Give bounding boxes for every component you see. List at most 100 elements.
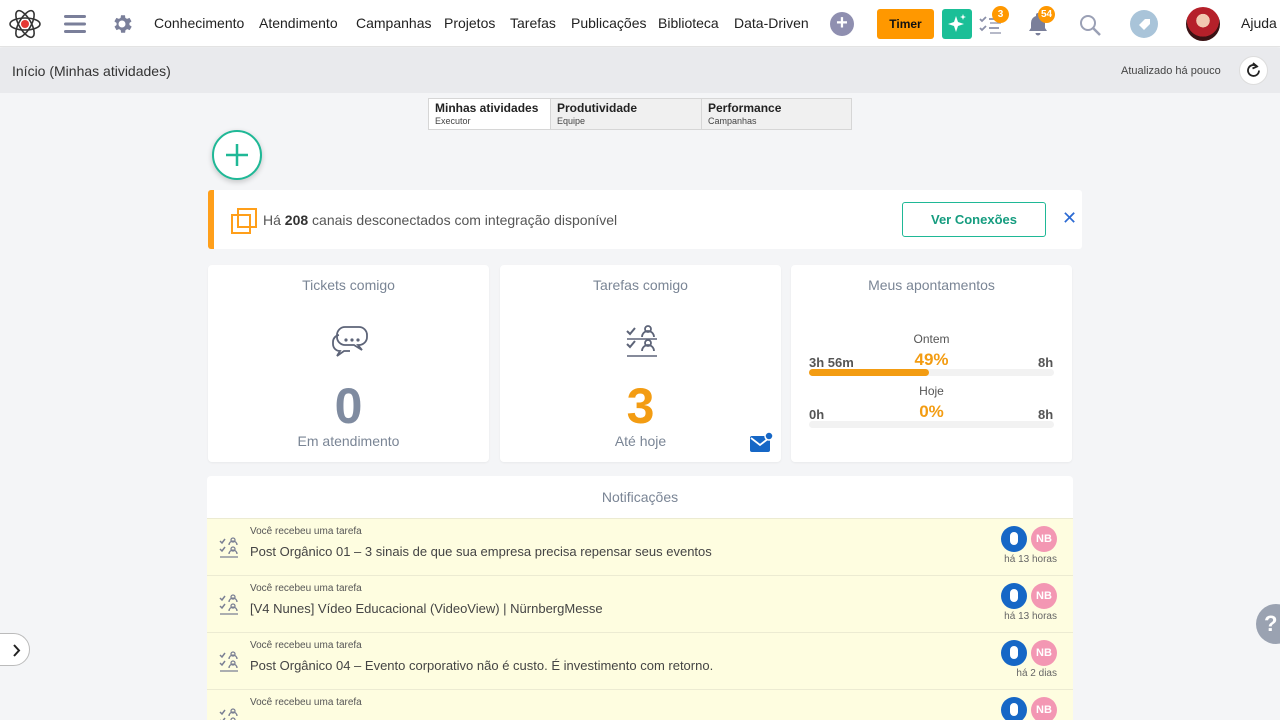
nav-projetos[interactable]: Projetos bbox=[444, 15, 495, 31]
hoje-target: 8h bbox=[1038, 407, 1054, 422]
nav-tarefas[interactable]: Tarefas bbox=[510, 15, 556, 31]
gear-icon[interactable] bbox=[110, 12, 134, 36]
page-subheader: Início (Minhas atividades) Atualizado há… bbox=[0, 48, 1280, 93]
sidebar-expand-button[interactable] bbox=[0, 633, 30, 666]
notification-kind: Você recebeu uma tarefa bbox=[250, 697, 362, 708]
ontem-label: Ontem bbox=[913, 332, 950, 346]
hoje-hours: 0h bbox=[809, 407, 825, 422]
tasks-count: 3 bbox=[626, 378, 655, 434]
tab-minhas-atividades[interactable]: Minhas atividades Executor bbox=[429, 99, 551, 129]
tickets-count: 0 bbox=[334, 378, 363, 434]
refresh-button[interactable] bbox=[1239, 56, 1268, 85]
tab-produtividade[interactable]: Produtividade Equipe bbox=[551, 99, 702, 129]
tasks-card[interactable]: Tarefas comigo 3 Até hoje bbox=[500, 265, 781, 462]
hoje-progress-bar bbox=[809, 421, 1054, 428]
notification-kind: Você recebeu uma tarefa bbox=[250, 526, 362, 537]
ontem-target: 8h bbox=[1038, 355, 1054, 370]
tag-button[interactable] bbox=[1130, 10, 1158, 38]
mail-notification-icon[interactable] bbox=[749, 431, 773, 455]
task-assigned-icon bbox=[219, 708, 238, 720]
author-avatar[interactable]: NB bbox=[1031, 583, 1057, 609]
atom-logo-icon[interactable] bbox=[8, 7, 42, 41]
ai-sparkle-button[interactable] bbox=[942, 9, 972, 39]
ontem-progress-fill bbox=[809, 369, 930, 376]
tab-title: Performance bbox=[708, 101, 782, 115]
help-link[interactable]: Ajuda bbox=[1241, 15, 1277, 31]
add-activity-button[interactable] bbox=[212, 130, 262, 180]
disconnected-channels-alert: Há 208 canais desconectados com integraç… bbox=[208, 190, 1082, 249]
notifications-badge: 54 bbox=[1038, 6, 1056, 23]
author-avatar[interactable]: NB bbox=[1031, 697, 1057, 720]
notification-time: há 2 dias bbox=[1016, 668, 1057, 679]
card-subtitle: Em atendimento bbox=[297, 433, 400, 449]
help-fab-button[interactable]: ? bbox=[1256, 604, 1280, 644]
chevron-right-icon bbox=[13, 644, 21, 657]
top-navbar: Conhecimento Atendimento Campanhas Proje… bbox=[0, 0, 1280, 47]
card-title: Meus apontamentos bbox=[868, 277, 995, 293]
nav-publicacoes[interactable]: Publicações bbox=[571, 15, 647, 31]
notification-row[interactable]: Você recebeu uma tarefa Post Orgânico 04 … bbox=[207, 632, 1073, 689]
notification-row[interactable]: Você recebeu uma tarefa Post Orgânico 01 … bbox=[207, 518, 1073, 575]
hoje-label: Hoje bbox=[919, 384, 944, 398]
close-icon[interactable]: ✕ bbox=[1062, 208, 1078, 228]
menu-icon[interactable] bbox=[64, 14, 86, 34]
notifications-panel: Notificações Você recebeu uma tarefa Post… bbox=[207, 476, 1073, 720]
tab-title: Produtividade bbox=[557, 101, 638, 115]
sparkle-icon bbox=[948, 14, 966, 32]
updated-status: Atualizado há pouco bbox=[1121, 65, 1221, 77]
breadcrumb: Início (Minhas atividades) bbox=[12, 63, 171, 79]
card-subtitle: Até hoje bbox=[614, 433, 667, 449]
notification-row[interactable]: Você recebeu uma tarefa [V4 Nunes] Vídeo … bbox=[207, 575, 1073, 632]
ver-conexoes-button[interactable]: Ver Conexões bbox=[902, 202, 1046, 237]
notification-row[interactable]: Você recebeu uma tarefa NB bbox=[207, 689, 1073, 720]
notification-text[interactable]: Post Orgânico 01 – 3 sinais de que sua e… bbox=[250, 544, 712, 559]
channels-icon bbox=[231, 208, 257, 234]
tab-performance[interactable]: Performance Campanhas bbox=[702, 99, 851, 129]
task-assigned-icon bbox=[219, 537, 238, 558]
plus-icon bbox=[226, 144, 248, 166]
task-checklist-icon bbox=[626, 325, 657, 357]
notification-time: há 13 horas bbox=[1004, 611, 1057, 622]
assignee-avatar[interactable] bbox=[1001, 640, 1027, 666]
tickets-card[interactable]: Tickets comigo 0 Em atendimento bbox=[208, 265, 489, 462]
tasks-badge: 3 bbox=[992, 6, 1009, 23]
quick-add-button[interactable]: + bbox=[830, 12, 854, 36]
hoje-percent: 0% bbox=[919, 402, 944, 421]
time-entries-card[interactable]: Meus apontamentos Ontem 49% 3h 56m 8h Ho… bbox=[791, 265, 1072, 462]
author-avatar[interactable]: NB bbox=[1031, 526, 1057, 552]
chat-bubbles-icon bbox=[332, 326, 368, 357]
author-avatar[interactable]: NB bbox=[1031, 640, 1057, 666]
nav-atendimento[interactable]: Atendimento bbox=[259, 15, 338, 31]
nav-campanhas[interactable]: Campanhas bbox=[356, 15, 432, 31]
alert-message: Há 208 canais desconectados com integraç… bbox=[263, 212, 618, 228]
card-title: Tickets comigo bbox=[302, 277, 395, 293]
notifications-title: Notificações bbox=[601, 489, 679, 505]
notification-kind: Você recebeu uma tarefa bbox=[250, 583, 362, 594]
tab-subtitle: Campanhas bbox=[708, 116, 757, 126]
search-icon[interactable] bbox=[1078, 13, 1102, 37]
refresh-icon bbox=[1247, 62, 1260, 77]
task-assigned-icon bbox=[219, 651, 238, 672]
tab-title: Minhas atividades bbox=[435, 101, 539, 115]
assignee-avatar[interactable] bbox=[1001, 526, 1027, 552]
assignee-avatar[interactable] bbox=[1001, 583, 1027, 609]
tab-subtitle: Equipe bbox=[557, 116, 586, 126]
tag-icon bbox=[1139, 19, 1150, 30]
notification-time: há 13 horas bbox=[1004, 554, 1057, 565]
notification-text[interactable]: Post Orgânico 04 – Evento corporativo nã… bbox=[250, 658, 713, 673]
task-assigned-icon bbox=[219, 594, 238, 615]
nav-data-driven[interactable]: Data-Driven bbox=[734, 15, 809, 31]
assignee-avatar[interactable] bbox=[1001, 697, 1027, 720]
disconnected-count: 208 bbox=[284, 212, 309, 228]
card-title: Tarefas comigo bbox=[593, 277, 688, 293]
dashboard-tabs: Minhas atividades Executor Produtividade… bbox=[428, 98, 852, 130]
ontem-hours: 3h 56m bbox=[809, 355, 854, 370]
notification-text[interactable]: [V4 Nunes] Vídeo Educacional (VideoView)… bbox=[250, 601, 603, 616]
tab-subtitle: Executor bbox=[435, 116, 471, 126]
nav-conhecimento[interactable]: Conhecimento bbox=[154, 15, 244, 31]
notification-kind: Você recebeu uma tarefa bbox=[250, 640, 362, 651]
timer-button[interactable]: Timer bbox=[877, 9, 934, 39]
user-avatar[interactable] bbox=[1186, 7, 1220, 41]
ontem-progress-bar bbox=[809, 369, 1054, 376]
nav-biblioteca[interactable]: Biblioteca bbox=[658, 15, 719, 31]
